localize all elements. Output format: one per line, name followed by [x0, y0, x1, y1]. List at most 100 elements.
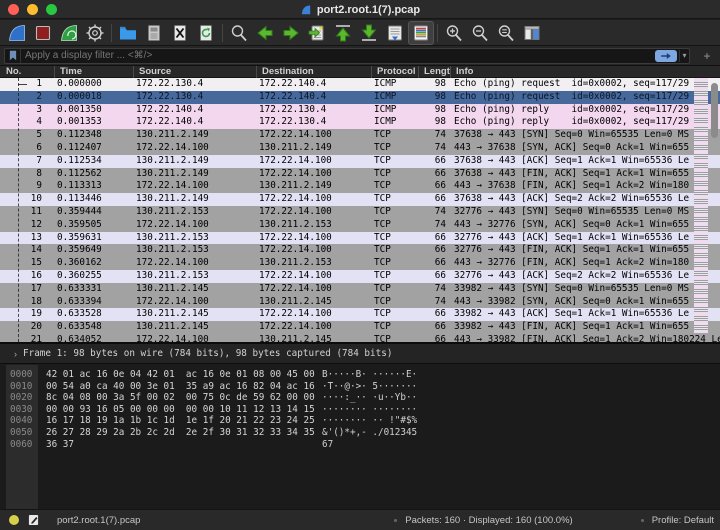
hex-line-0060[interactable]: 0060 36 37 67 — [0, 439, 720, 451]
cell-no: 5 — [36, 129, 42, 141]
packet-row-8[interactable]: 8 0.112562 130.211.2.149 172.22.14.100 TCP 66… — [0, 167, 720, 181]
cell-time: 0.633394 — [57, 295, 102, 307]
intelligent-scrollbar-minimap[interactable] — [694, 78, 708, 333]
cell-info: 443 → 32776 [SYN, ACK] Seq=0 Ack=1 Win=6… — [454, 218, 690, 230]
filter-dropdown-caret[interactable]: ▾ — [679, 49, 689, 62]
find-packet-button[interactable] — [226, 21, 252, 45]
zoom-normal-magnifier-icon — [498, 24, 514, 41]
column-header-no[interactable]: No. — [0, 66, 54, 78]
apply-filter-button[interactable] — [655, 49, 677, 62]
display-filter-input[interactable] — [21, 48, 655, 63]
colorize-packets-button[interactable] — [408, 20, 434, 45]
cell-protocol: TCP — [374, 167, 391, 179]
capture-options-button[interactable] — [82, 21, 108, 45]
cell-source: 172.22.14.100 — [136, 257, 209, 269]
packet-row-3[interactable]: 3 0.001350 172.22.140.4 172.22.130.4 ICMP 98 E… — [0, 103, 720, 117]
cell-destination: 172.22.140.4 — [259, 90, 327, 102]
packet-row-11[interactable]: 11 0.359444 130.211.2.153 172.22.14.100 TCP 7… — [0, 205, 720, 219]
profile-indicator[interactable]: Profile: Default — [652, 515, 714, 526]
packet-row-2[interactable]: 2 0.000018 172.22.130.4 172.22.140.4 ICMP 98 E… — [0, 90, 720, 104]
packet-row-5[interactable]: 5 0.112348 130.211.2.149 172.22.14.100 TCP 74… — [0, 129, 720, 142]
cell-info: 32776 → 443 [SYN] Seq=0 Win=65535 Len=0 … — [454, 205, 690, 217]
zoom-normal-button[interactable] — [493, 21, 519, 45]
start-capture-button[interactable] — [4, 21, 30, 45]
filter-bookmark-button[interactable] — [5, 48, 21, 63]
stop-capture-button[interactable] — [30, 21, 56, 45]
go-to-packet-button[interactable] — [304, 21, 330, 45]
open-file-button[interactable] — [115, 21, 141, 45]
go-first-packet-button[interactable] — [330, 21, 356, 45]
zoom-out-button[interactable] — [467, 21, 493, 45]
packet-row-19[interactable]: 19 0.633528 130.211.2.145 172.22.14.100 TCP 6… — [0, 308, 720, 322]
hex-offset: 0000 — [10, 369, 33, 380]
packet-counts: Packets: 160 · Displayed: 160 (100.0%) — [405, 514, 573, 526]
frame-summary-line[interactable]: Frame 1: 98 bytes on wire (784 bits), 98… — [23, 348, 392, 359]
packet-row-13[interactable]: 13 0.359631 130.211.2.153 172.22.14.100 TCP 6… — [0, 231, 720, 245]
packet-row-16[interactable]: 16 0.360255 130.211.2.153 172.22.14.100 TCP 6… — [0, 269, 720, 283]
packet-row-10[interactable]: 10 0.113446 130.211.2.149 172.22.14.100 TCP 6… — [0, 193, 720, 206]
cell-no: 11 — [30, 205, 42, 217]
resize-columns-button[interactable] — [519, 21, 545, 45]
hex-line-0010[interactable]: 0010 00 54 a0 ca 40 00 3e 01 35 a9 ac 16 … — [0, 381, 720, 393]
cell-no: 12 — [30, 218, 42, 230]
zoom-in-magnifier-icon — [446, 24, 462, 41]
packet-row-21[interactable]: 21 0.634052 172.22.14.100 130.211.2.145 TCP 6… — [0, 333, 720, 342]
hex-line-0050[interactable]: 0050 26 27 28 29 2a 2b 2c 2d 2e 2f 30 31 … — [0, 427, 720, 439]
vertical-scrollbar-thumb[interactable] — [711, 83, 718, 138]
zoom-in-button[interactable] — [441, 21, 467, 45]
cell-source: 130.211.2.153 — [136, 205, 209, 217]
column-header-info[interactable]: Info — [450, 66, 720, 78]
hex-line-0030[interactable]: 0030 00 00 93 16 05 00 00 00 00 00 10 11 … — [0, 404, 720, 416]
hex-bytes: 00 00 93 16 05 00 00 00 00 00 10 11 12 1… — [46, 403, 315, 415]
cell-time: 0.359631 — [57, 231, 102, 243]
packet-row-12[interactable]: 12 0.359505 172.22.14.100 130.211.2.153 TCP 7… — [0, 218, 720, 232]
packet-row-18[interactable]: 18 0.633394 172.22.14.100 130.211.2.145 TCP 7… — [0, 295, 720, 309]
cell-length: 66 — [434, 231, 446, 243]
column-header-source[interactable]: Source — [133, 66, 256, 78]
expand-chevron-icon[interactable]: › — [14, 349, 17, 359]
go-forward-button[interactable] — [278, 21, 304, 45]
hex-line-0000[interactable]: 0000 42 01 ac 16 0e 04 42 01 ac 16 0e 01 … — [0, 369, 720, 381]
cell-destination: 172.22.14.100 — [259, 154, 332, 166]
expert-info-icon[interactable] — [9, 515, 19, 525]
go-back-button[interactable] — [252, 21, 278, 45]
magnifier-icon — [231, 24, 247, 41]
column-header-destination[interactable]: Destination — [256, 66, 371, 78]
packet-row-6[interactable]: 6 0.112407 172.22.14.100 130.211.2.149 TCP 74… — [0, 141, 720, 155]
cell-destination: 130.211.2.153 — [259, 218, 332, 230]
capture-comment-icon[interactable] — [28, 514, 39, 526]
cell-no: 10 — [30, 193, 42, 205]
packet-list-header[interactable]: No. Time Source Destination Protocol Len… — [0, 66, 720, 78]
column-header-protocol[interactable]: Protocol — [371, 66, 418, 78]
packet-row-7[interactable]: 7 0.112534 130.211.2.149 172.22.14.100 TCP 66… — [0, 154, 720, 168]
packet-row-15[interactable]: 15 0.360162 172.22.14.100 130.211.2.153 TCP 6… — [0, 257, 720, 270]
packet-row-1[interactable]: 1 0.000000 172.22.130.4 172.22.140.4 ICMP 98 E… — [0, 78, 720, 91]
go-to-packet-icon — [308, 25, 324, 40]
restart-capture-button[interactable] — [56, 21, 82, 45]
reload-file-button[interactable] — [193, 21, 219, 45]
add-filter-button[interactable]: + — [698, 48, 716, 64]
save-file-button[interactable] — [141, 21, 167, 45]
hex-bytes: 00 54 a0 ca 40 00 3e 01 35 a9 ac 16 82 0… — [46, 380, 315, 392]
auto-scroll-button[interactable] — [382, 21, 408, 45]
hex-line-0020[interactable]: 0020 8c 04 08 00 3a 5f 00 02 00 75 0c de … — [0, 392, 720, 404]
packet-row-4[interactable]: 4 0.001353 172.22.140.4 172.22.130.4 ICMP 98 E… — [0, 116, 720, 130]
column-header-length[interactable]: Length — [418, 66, 450, 78]
cell-no: 2 — [36, 90, 42, 102]
packet-row-9[interactable]: 9 0.113313 172.22.14.100 130.211.2.149 TCP 66… — [0, 180, 720, 194]
hex-dump-lines[interactable]: 0000 42 01 ac 16 0e 04 42 01 ac 16 0e 01 … — [0, 369, 720, 450]
packet-row-17[interactable]: 17 0.633331 130.211.2.145 172.22.14.100 TCP 7… — [0, 282, 720, 296]
hex-line-0040[interactable]: 0040 16 17 18 19 1a 1b 1c 1d 1e 1f 20 21 … — [0, 415, 720, 427]
packet-row-20[interactable]: 20 0.633548 130.211.2.145 172.22.14.100 TCP 6… — [0, 321, 720, 334]
go-last-packet-button[interactable] — [356, 21, 382, 45]
packet-row-14[interactable]: 14 0.359649 130.211.2.153 172.22.14.100 TCP 6… — [0, 244, 720, 258]
wireshark-window: port2.root.1(7).pcap Apply a display fil… — [0, 0, 720, 530]
column-header-time[interactable]: Time — [54, 66, 133, 78]
hex-offset: 0030 — [10, 403, 33, 415]
display-filter-field[interactable]: ▾ — [4, 47, 690, 64]
packet-bytes-pane: 0000 42 01 ac 16 0e 04 42 01 ac 16 0e 01 … — [0, 365, 720, 509]
hex-bytes: 42 01 ac 16 0e 04 42 01 ac 16 0e 01 08 0… — [46, 369, 315, 380]
close-file-button[interactable] — [167, 21, 193, 45]
arrow-left-icon — [257, 24, 273, 41]
statusbar-filename[interactable]: port2.root.1(7).pcap — [57, 515, 140, 526]
